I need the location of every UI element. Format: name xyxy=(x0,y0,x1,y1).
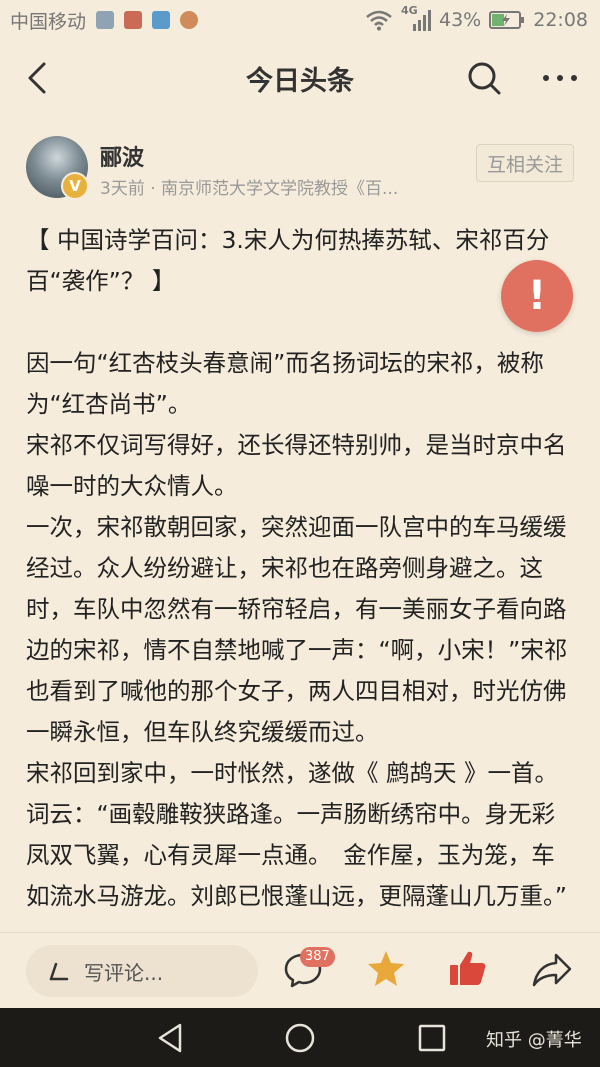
page-title: 今日头条 xyxy=(246,65,354,97)
system-back-icon[interactable] xyxy=(152,1020,188,1056)
clock: 22:08 xyxy=(533,9,588,31)
article-paragraph: 因一句“红杏枝头春意闹”而名扬词坛的宋祁，被称为“红杏尚书”。 xyxy=(26,349,544,418)
author-name[interactable]: 郦波 xyxy=(100,140,144,172)
comment-placeholder: 写评论... xyxy=(84,960,164,985)
battery-percent: 43% xyxy=(439,9,482,31)
report-button[interactable]: ! xyxy=(501,260,573,332)
pen-icon xyxy=(49,962,69,981)
carrier-label: 中国移动 xyxy=(10,10,87,33)
browser-app-icon xyxy=(180,11,199,29)
photo-app-icon xyxy=(124,11,143,29)
follow-button[interactable]: 互相关注 xyxy=(476,144,574,182)
gallery-app-icon xyxy=(96,11,115,29)
author-row: V 郦波 3天前 · 南京师范大学文学院教授《百... 互相关注 xyxy=(0,128,600,204)
system-recent-apps-icon[interactable] xyxy=(414,1020,450,1056)
verified-badge-icon: V xyxy=(61,172,89,200)
battery-charging-icon xyxy=(489,11,525,29)
watermark: 知乎 @菁华 xyxy=(486,1030,582,1051)
like-thumbs-up-icon[interactable] xyxy=(446,947,490,991)
system-nav-bar: 知乎 @菁华 xyxy=(0,1008,600,1067)
status-bar: 中国移动 4G 43% 22:08 xyxy=(0,0,600,40)
article-paragraph: 宋祁不仅词写得好，还长得还特别帅，是当时京中名噪一时的大众情人。 xyxy=(26,431,567,500)
more-options-icon[interactable] xyxy=(536,56,584,100)
system-home-icon[interactable] xyxy=(282,1020,318,1056)
comment-input[interactable]: 写评论... xyxy=(26,945,258,997)
article-title: 【 中国诗学百问：3.宋人为何热捧苏轼、宋祁百分百“袭作”？ 】 xyxy=(26,226,550,295)
article-paragraph: 一次，宋祁散朝回家，突然迎面一队宫中的车马缓缓经过。众人纷纷避让，宋祁也在路旁侧… xyxy=(26,513,568,746)
back-arrow-icon[interactable] xyxy=(18,58,58,98)
author-meta: 3天前 · 南京师范大学文学院教授《百... xyxy=(100,179,399,199)
search-icon[interactable] xyxy=(462,56,506,100)
favorite-star-icon[interactable] xyxy=(364,947,408,991)
cellular-signal: 4G xyxy=(401,4,431,32)
share-icon[interactable] xyxy=(530,949,574,991)
wifi-icon xyxy=(366,10,392,31)
comment-count-badge: 387 xyxy=(300,947,335,967)
article-body: 【 中国诗学百问：3.宋人为何热捧苏轼、宋祁百分百“袭作”？ 】 因一句“红杏枝… xyxy=(26,220,572,932)
shield-app-icon xyxy=(152,11,171,29)
nav-bar: 今日头条 xyxy=(0,40,600,116)
article-paragraph: 宋祁回到家中，一时怅然，遂做《 鹧鸪天 》一首。词云：“画毂雕鞍狭路逢。一声肠断… xyxy=(26,759,567,910)
bottom-action-bar: 写评论... 387 xyxy=(0,932,600,1009)
signal-icon xyxy=(413,10,431,31)
